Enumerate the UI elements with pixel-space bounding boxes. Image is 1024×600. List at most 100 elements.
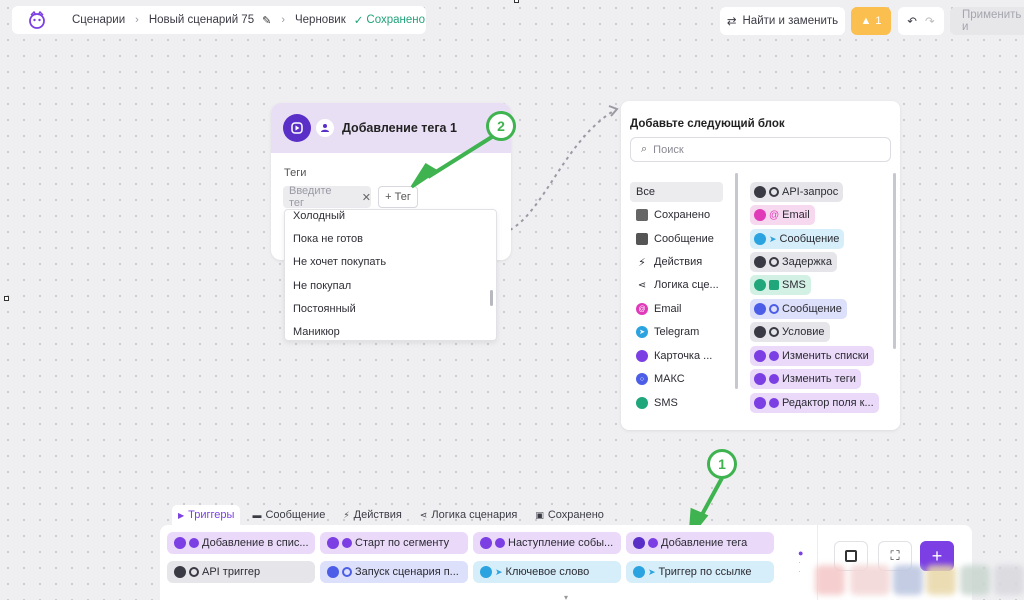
block-api-request[interactable]: API-запрос [750,182,844,202]
category-max[interactable]: ○ МАКС [630,369,723,389]
tag-input[interactable]: Введите тег ✕ [283,185,371,209]
check-icon: ✓ [353,15,364,27]
user-icon [316,119,334,137]
block-condition[interactable]: Условие [750,322,830,342]
block-field-editor[interactable]: Редактор поля к... [750,393,879,413]
trigger-scenario-start[interactable]: Запуск сценария п... [320,561,468,583]
warnings-button[interactable]: ▲ 1 [851,7,891,35]
dropdown-option[interactable]: Маникюр [293,326,340,338]
category-saved[interactable]: Сохранено [630,205,723,225]
tab-saved[interactable]: ▣ Сохранено [529,505,610,525]
apply-button[interactable]: Применить и [950,7,1024,35]
connector-line [509,105,619,231]
bolt-icon: ⚡ [343,509,350,520]
add-block-panel: Добавьте следующий блок ⌕ Поиск Все Сохр… [621,101,900,430]
user-icon [648,538,658,548]
search-icon: ⌕ [641,143,648,155]
close-icon[interactable]: ✕ [362,191,371,204]
block-message-telegram[interactable]: ➤ Сообщение [750,229,845,249]
dropdown-option[interactable]: Не покупал [293,280,351,292]
keyword-icon [480,566,492,578]
play-icon [174,566,186,578]
tags-label: Теги [284,167,307,179]
trigger-segment-start[interactable]: Старт по сегменту [320,532,468,554]
chat-icon [754,279,766,291]
selection-handle [4,296,9,301]
pencil-icon[interactable]: ✎ [262,14,271,27]
undo-icon[interactable]: ↶ [907,14,917,28]
bolt-icon: ⚡ [638,256,646,269]
trigger-api[interactable]: API триггер [167,561,315,583]
tab-message[interactable]: ▬ Сообщение [246,505,331,525]
dropdown-scrollbar[interactable] [490,290,493,306]
trigger-add-to-list[interactable]: Добавление в спис... [167,532,315,554]
redo-icon[interactable]: ↷ [925,14,935,28]
breadcrumb-scenarios[interactable]: Сценарии [72,14,125,26]
status-draft: Черновик [295,14,346,26]
branch-icon: ⋖ [637,279,647,291]
block-message-max[interactable]: Сообщение [750,299,847,319]
chevron-right-icon: › [281,14,285,26]
category-scrollbar[interactable] [735,173,738,389]
tab-triggers[interactable]: ▶ Триггеры [172,505,241,525]
code-icon [480,537,492,549]
sms-icon [769,280,779,290]
search-input[interactable]: ⌕ Поиск [630,137,891,162]
trigger-keyword[interactable]: ➤ Ключевое слово [473,561,621,583]
plus-icon: + [931,545,943,566]
breadcrumb-bar: Сценарии › Новый сценарий 75 ✎ › Чернови… [12,6,426,34]
block-change-tags[interactable]: Изменить теги [750,369,861,389]
tab-logic[interactable]: ⋖ Логика сценария [414,505,523,525]
category-actions[interactable]: ⚡ Действия [630,252,723,272]
user-icon [189,538,199,548]
block-sms[interactable]: SMS [750,275,811,295]
block-change-lists[interactable]: Изменить списки [750,346,874,366]
category-all[interactable]: Все [630,182,723,202]
trigger-event[interactable]: Наступление собы... [473,532,621,554]
trigger-play-icon [283,114,311,142]
save-icon: ▣ [535,509,544,520]
fullscreen-icon: ⛶ [890,548,900,563]
logo-icon[interactable] [26,9,48,31]
swap-icon: ⇄ [726,16,737,28]
category-logic[interactable]: ⋖ Логика сце... [630,275,723,295]
tab-actions[interactable]: ⚡ Действия [337,505,408,525]
user-icon [495,538,505,548]
category-message[interactable]: Сообщение [630,229,723,249]
pager-dot-active: ● [798,548,804,558]
pager-dots[interactable]: ● · · [798,549,804,576]
branch-icon: ⋖ [419,509,428,520]
user-icon [342,538,352,548]
category-sms[interactable]: SMS [630,393,723,413]
category-email[interactable]: @ Email [630,299,723,319]
block-email[interactable]: @ Email [750,205,815,225]
selection-handle [514,0,519,3]
email-icon: @ [636,303,648,315]
block-delay[interactable]: Задержка [750,252,837,272]
gear-icon [769,187,779,197]
breadcrumb-scenario-name[interactable]: Новый сценарий 75 [149,14,254,26]
blocks-scrollbar[interactable] [893,173,896,349]
tag-dropdown: Холодный Пока не готов Не хочет покупать… [284,209,497,341]
list-icon [174,537,186,549]
telegram-icon: ➤ [636,326,648,338]
category-telegram[interactable]: ➤ Telegram [630,322,723,342]
dropdown-option[interactable]: Пока не готов [293,233,363,245]
dropdown-option[interactable]: Холодный [293,210,345,222]
collapse-handle[interactable]: ▾ [560,593,572,600]
chat-icon: ▬ [252,510,262,520]
dropdown-option[interactable]: Не хочет покупать [293,256,386,268]
list-icon [754,350,766,362]
link-icon [633,566,645,578]
blurred-region [850,565,890,595]
category-card[interactable]: Карточка ... [630,346,723,366]
branch-icon [754,326,766,338]
max-icon [769,304,779,314]
trigger-link[interactable]: ➤ Триггер по ссылке [626,561,774,583]
find-replace-button[interactable]: ⇄ Найти и заменить [720,7,845,35]
block-tabs: ▶ Триггеры ▬ Сообщение ⚡ Действия ⋖ Логика с… [172,505,610,525]
dropdown-option[interactable]: Постоянный [293,303,356,315]
warning-icon: ▲ [860,15,872,27]
trigger-add-tag[interactable]: Добавление тега [626,532,774,554]
max-icon: ○ [636,373,648,385]
